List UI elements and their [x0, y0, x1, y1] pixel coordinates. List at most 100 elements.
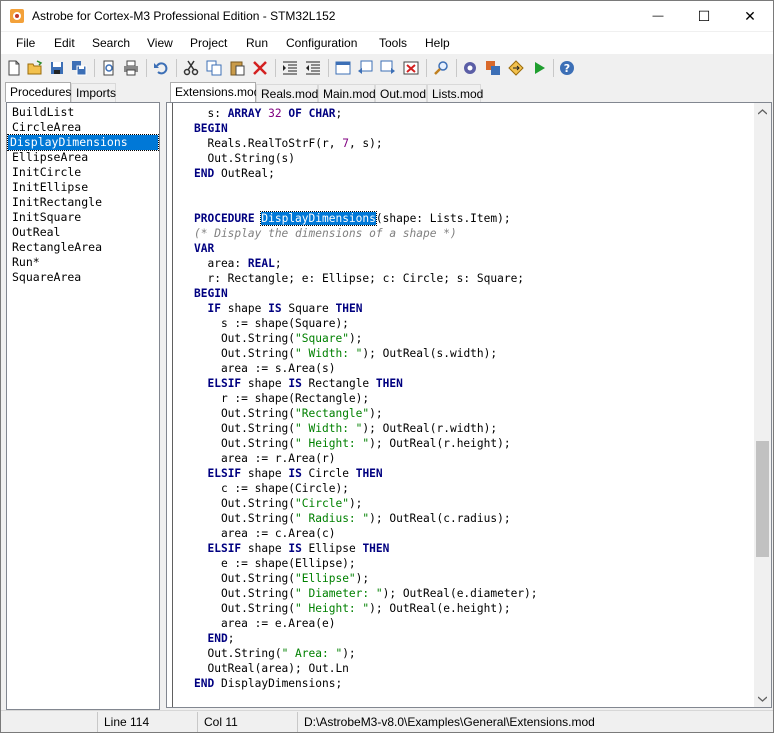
- code-line[interactable]: Out.String(" Diameter: "); OutReal(e.dia…: [194, 586, 538, 601]
- code-line[interactable]: END OutReal;: [194, 166, 538, 181]
- code-line[interactable]: [194, 196, 538, 211]
- save-icon[interactable]: [48, 59, 66, 77]
- menu-help[interactable]: Help: [425, 36, 450, 50]
- code-line[interactable]: Out.String("Circle");: [194, 496, 538, 511]
- code-line[interactable]: [194, 181, 538, 196]
- tab-imports[interactable]: Imports: [71, 83, 116, 102]
- open-folder-icon[interactable]: [26, 59, 44, 77]
- code-line[interactable]: Out.String(" Height: "); OutReal(r.heigh…: [194, 436, 538, 451]
- cut-icon[interactable]: [182, 59, 200, 77]
- menu-file[interactable]: File: [16, 36, 35, 50]
- code-line[interactable]: s: ARRAY 32 OF CHAR;: [194, 106, 538, 121]
- code-line[interactable]: (* Display the dimensions of a shape *): [194, 226, 538, 241]
- code-line[interactable]: Out.String(" Area: ");: [194, 646, 538, 661]
- list-item[interactable]: SquareArea: [10, 270, 83, 285]
- tab-out-mod[interactable]: Out.mod: [375, 84, 427, 102]
- help-icon[interactable]: ?: [558, 59, 576, 77]
- menu-run[interactable]: Run: [246, 36, 268, 50]
- close-window-icon[interactable]: [402, 59, 420, 77]
- code-line[interactable]: area: REAL;: [194, 256, 538, 271]
- code-line[interactable]: r := shape(Rectangle);: [194, 391, 538, 406]
- code-line[interactable]: Out.String(" Height: "); OutReal(e.heigh…: [194, 601, 538, 616]
- list-item[interactable]: BuildList: [10, 105, 76, 120]
- code-editor[interactable]: s: ARRAY 32 OF CHAR; BEGIN Reals.RealToSt…: [166, 102, 772, 708]
- code-line[interactable]: Out.String("Ellipse");: [194, 571, 538, 586]
- code-line[interactable]: VAR: [194, 241, 538, 256]
- delete-icon[interactable]: [251, 59, 269, 77]
- list-item[interactable]: InitRectangle: [10, 195, 104, 210]
- code-line[interactable]: area := e.Area(e): [194, 616, 538, 631]
- code-line[interactable]: s := shape(Square);: [194, 316, 538, 331]
- code-line[interactable]: Out.String(" Width: "); OutReal(r.width)…: [194, 421, 538, 436]
- code-line[interactable]: Reals.RealToStrF(r, 7, s);: [194, 136, 538, 151]
- code-line[interactable]: area := c.Area(c): [194, 526, 538, 541]
- code-line[interactable]: ELSIF shape IS Ellipse THEN: [194, 541, 538, 556]
- list-item[interactable]: InitCircle: [10, 165, 83, 180]
- list-item[interactable]: RectangleArea: [10, 240, 104, 255]
- code-line[interactable]: Out.String(" Radius: "); OutReal(c.radiu…: [194, 511, 538, 526]
- undo-icon[interactable]: [152, 59, 170, 77]
- tab-reals-mod[interactable]: Reals.mod: [256, 84, 318, 102]
- list-item[interactable]: InitSquare: [10, 210, 83, 225]
- menu-view[interactable]: View: [147, 36, 173, 50]
- run-icon[interactable]: [530, 59, 548, 77]
- list-item[interactable]: EllipseArea: [10, 150, 90, 165]
- code-line[interactable]: Out.String(" Width: "); OutReal(s.width)…: [194, 346, 538, 361]
- code-line[interactable]: Out.String(s): [194, 151, 538, 166]
- tab-extensions-mod[interactable]: Extensions.mod: [170, 82, 260, 103]
- code-text[interactable]: s: ARRAY 32 OF CHAR; BEGIN Reals.RealToSt…: [194, 106, 538, 691]
- gear-icon[interactable]: [461, 59, 479, 77]
- copy-icon[interactable]: [205, 59, 223, 77]
- code-line[interactable]: IF shape IS Square THEN: [194, 301, 538, 316]
- code-line[interactable]: ELSIF shape IS Circle THEN: [194, 466, 538, 481]
- code-line[interactable]: c := shape(Circle);: [194, 481, 538, 496]
- menu-project[interactable]: Project: [190, 36, 227, 50]
- save-all-icon[interactable]: [70, 59, 88, 77]
- window-icon[interactable]: [334, 59, 352, 77]
- list-item-selected[interactable]: DisplayDimensions: [7, 134, 159, 151]
- code-line[interactable]: ELSIF shape IS Rectangle THEN: [194, 376, 538, 391]
- find-icon[interactable]: [432, 59, 450, 77]
- close-button[interactable]: ✕: [727, 1, 773, 31]
- menu-edit[interactable]: Edit: [54, 36, 75, 50]
- forward-icon[interactable]: [379, 59, 397, 77]
- list-item[interactable]: Run*: [10, 255, 42, 270]
- scroll-down-icon[interactable]: [754, 690, 771, 707]
- code-line[interactable]: END DisplayDimensions;: [194, 676, 538, 691]
- indent-icon[interactable]: [281, 59, 299, 77]
- tab-lists-mod[interactable]: Lists.mod: [427, 84, 483, 102]
- list-item[interactable]: OutReal: [10, 225, 62, 240]
- scrollbar-thumb[interactable]: [756, 441, 769, 557]
- paste-icon[interactable]: [228, 59, 246, 77]
- code-line[interactable]: r: Rectangle; e: Ellipse; c: Circle; s: …: [194, 271, 538, 286]
- code-line[interactable]: area := r.Area(r): [194, 451, 538, 466]
- menu-tools[interactable]: Tools: [379, 36, 407, 50]
- print-preview-icon[interactable]: [100, 59, 118, 77]
- menu-configuration[interactable]: Configuration: [286, 36, 357, 50]
- code-line[interactable]: BEGIN: [194, 121, 538, 136]
- code-line[interactable]: Out.String("Square");: [194, 331, 538, 346]
- code-line[interactable]: END;: [194, 631, 538, 646]
- vertical-scrollbar[interactable]: [754, 103, 771, 707]
- code-line[interactable]: Out.String("Rectangle");: [194, 406, 538, 421]
- build-icon[interactable]: [484, 59, 502, 77]
- back-icon[interactable]: [356, 59, 374, 77]
- code-line[interactable]: PROCEDURE DisplayDimensions(shape: Lists…: [194, 211, 538, 226]
- code-line[interactable]: BEGIN: [194, 286, 538, 301]
- maximize-button[interactable]: ☐: [681, 1, 727, 31]
- tab-procedures[interactable]: Procedures: [5, 82, 71, 102]
- minimize-button[interactable]: —: [635, 1, 681, 31]
- code-line[interactable]: OutReal(area); Out.Ln: [194, 661, 538, 676]
- link-icon[interactable]: [507, 59, 525, 77]
- menu-search[interactable]: Search: [92, 36, 130, 50]
- list-item[interactable]: InitEllipse: [10, 180, 90, 195]
- code-line[interactable]: area := s.Area(s): [194, 361, 538, 376]
- scroll-up-icon[interactable]: [754, 103, 771, 120]
- list-item[interactable]: CircleArea: [10, 120, 83, 135]
- code-line[interactable]: e := shape(Ellipse);: [194, 556, 538, 571]
- outdent-icon[interactable]: [304, 59, 322, 77]
- tab-main-mod[interactable]: Main.mod: [318, 84, 376, 102]
- code-token: Reals.RealToStrF(r,: [194, 137, 343, 150]
- new-file-icon[interactable]: [5, 59, 23, 77]
- print-icon[interactable]: [122, 59, 140, 77]
